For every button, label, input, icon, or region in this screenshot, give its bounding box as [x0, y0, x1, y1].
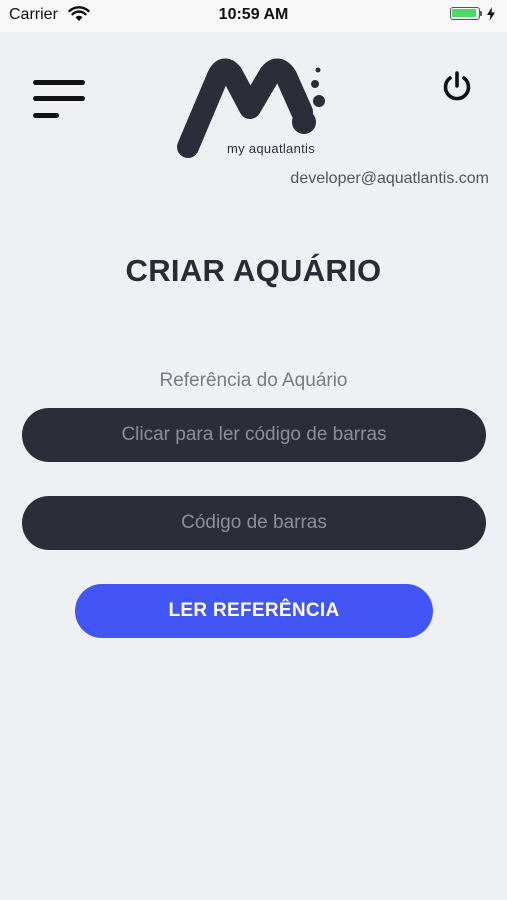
power-icon[interactable]: [440, 70, 474, 104]
read-reference-button[interactable]: LER REFERÊNCIA: [75, 584, 433, 638]
aquarium-reference-label: Referência do Aquário: [159, 370, 348, 391]
hamburger-menu-icon[interactable]: [33, 80, 85, 122]
barcode-input[interactable]: [22, 496, 486, 550]
logo-text: my aquatlantis: [227, 141, 316, 156]
scan-barcode-input[interactable]: [22, 408, 486, 462]
user-email: developer@aquatlantis.com: [290, 170, 489, 187]
status-bar: Carrier 10:59 AM: [0, 0, 507, 32]
battery-charging-icon: [450, 7, 495, 23]
status-time: 10:59 AM: [218, 6, 289, 23]
page-title: CRIAR AQUÁRIO: [125, 253, 382, 288]
